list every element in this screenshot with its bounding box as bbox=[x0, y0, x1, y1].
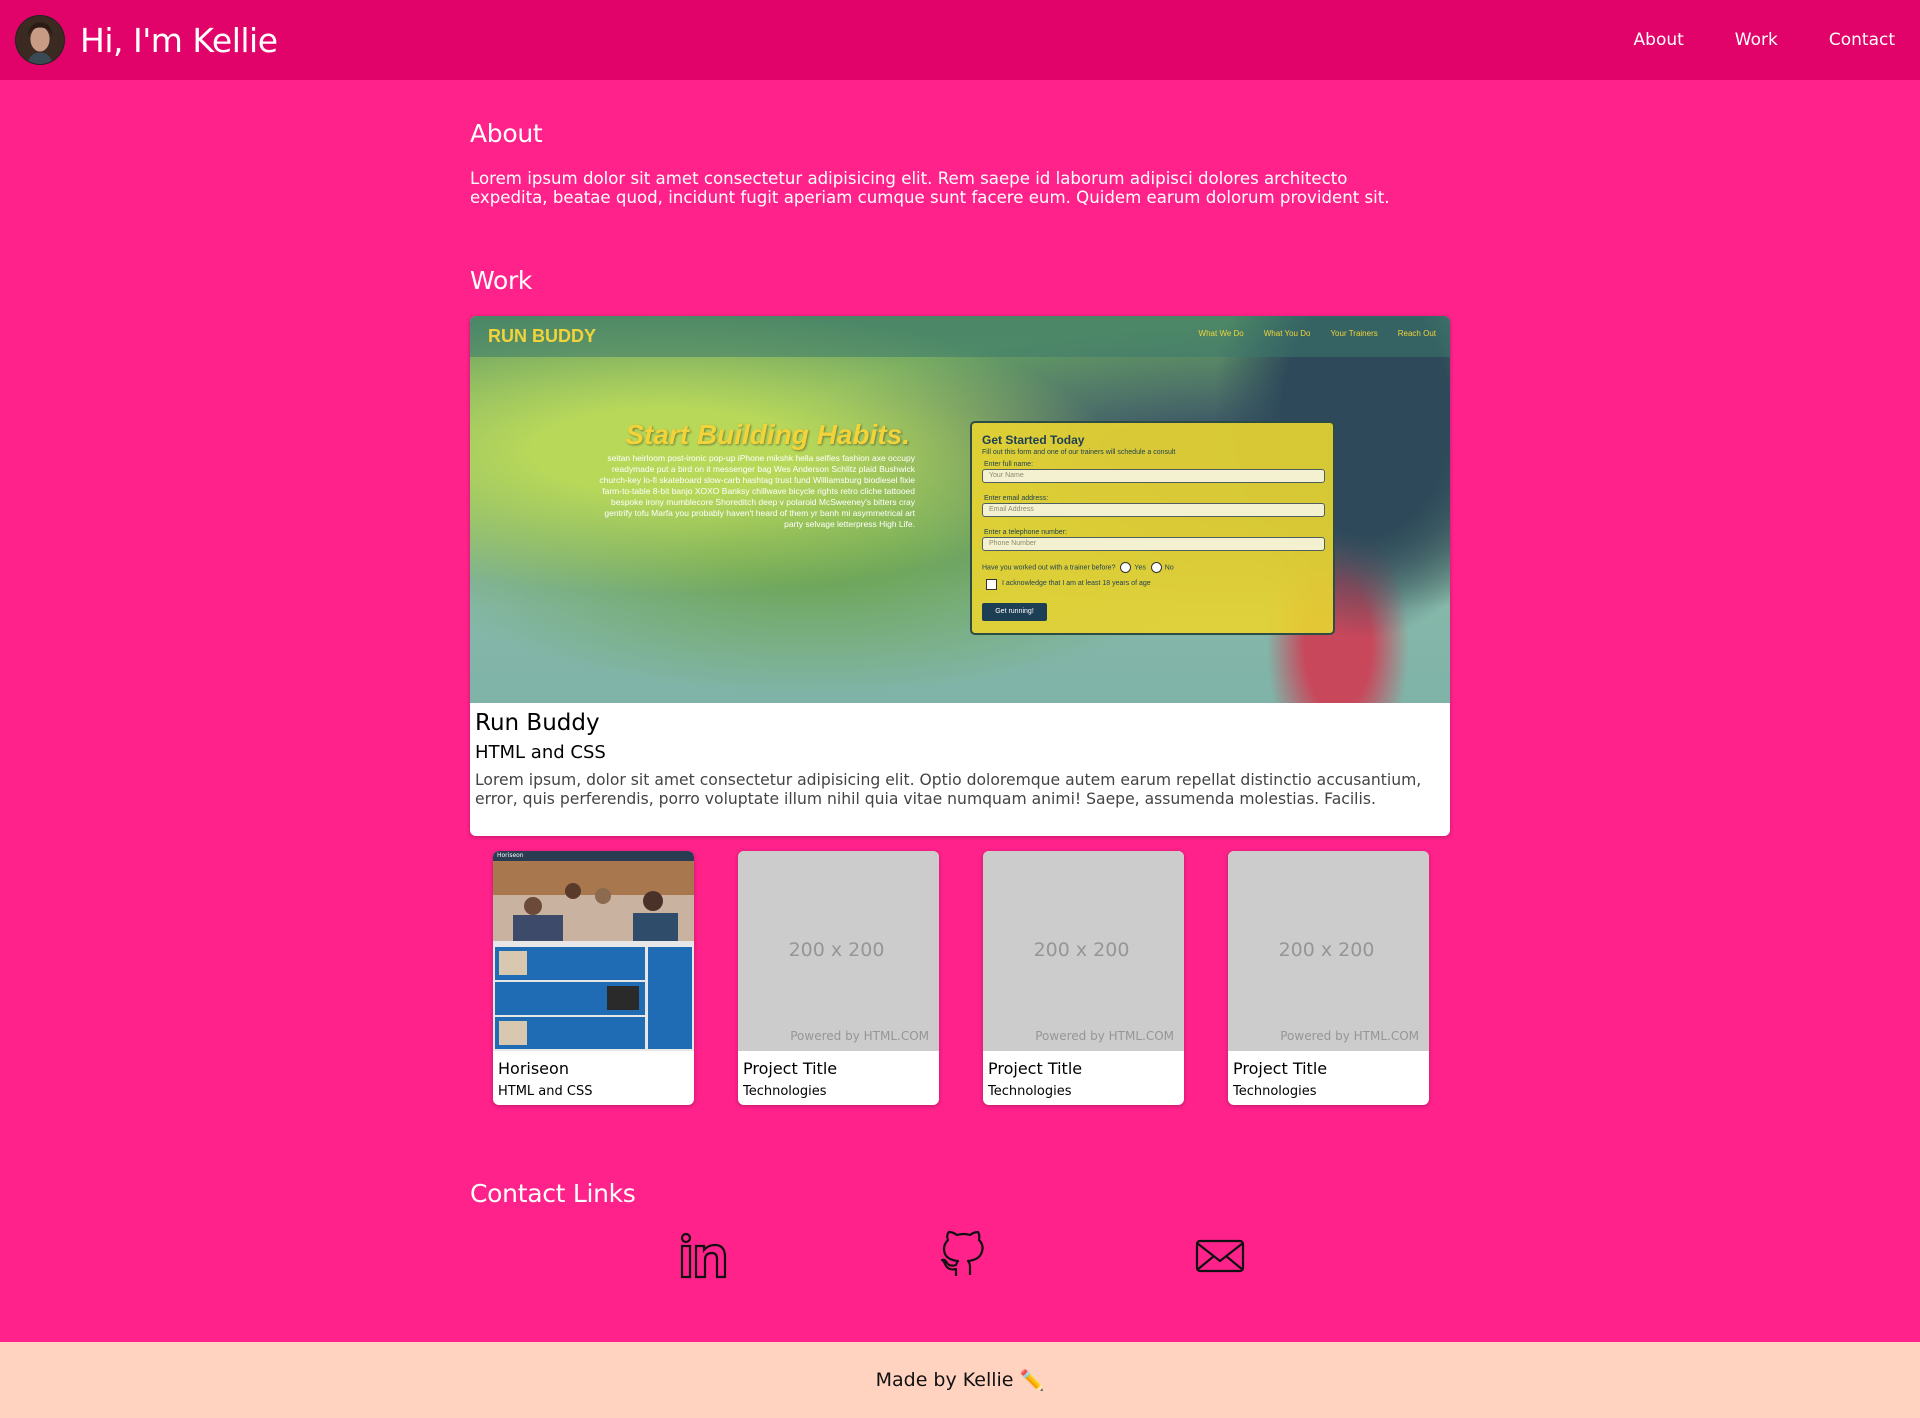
nav-link-contact[interactable]: Contact bbox=[1829, 30, 1895, 50]
form-input-name: Your Name bbox=[982, 469, 1325, 483]
project-title: Project Title bbox=[743, 1059, 838, 1078]
brand: Hi, I'm Kellie bbox=[15, 15, 278, 65]
form-question: Have you worked out with a trainer befor… bbox=[982, 562, 1174, 573]
screenshot-nav-links: What We Do What You Do Your Trainers Rea… bbox=[1179, 329, 1436, 338]
project-title: Project Title bbox=[1233, 1059, 1328, 1078]
form-input-email: Email Address bbox=[982, 503, 1325, 517]
screenshot-nav-item: What We Do bbox=[1198, 329, 1244, 338]
contact-links bbox=[470, 1230, 1450, 1290]
contact-heading: Contact Links bbox=[470, 1179, 636, 1208]
site-header: Hi, I'm Kellie About Work Contact bbox=[0, 0, 1920, 80]
linkedin-icon bbox=[680, 1232, 727, 1279]
horiseon-preview-icon bbox=[495, 883, 692, 1049]
form-submit-button: Get running! bbox=[982, 603, 1047, 621]
project-tech: Technologies bbox=[1233, 1084, 1317, 1099]
form-question-text: Have you worked out with a trainer befor… bbox=[982, 564, 1116, 572]
form-no-label: No bbox=[1164, 564, 1174, 572]
placeholder-powered: Powered by HTML.COM bbox=[1035, 1029, 1174, 1043]
project-tech: HTML and CSS bbox=[498, 1084, 593, 1099]
avatar-photo-icon bbox=[16, 16, 64, 64]
placeholder-image: 200 x 200 Powered by HTML.COM bbox=[738, 851, 939, 1051]
featured-project-card[interactable]: RUN BUDDY What We Do What You Do Your Tr… bbox=[470, 316, 1450, 836]
featured-project-tech: HTML and CSS bbox=[475, 742, 606, 763]
about-text: Lorem ipsum dolor sit amet consectetur a… bbox=[470, 169, 1390, 207]
github-icon bbox=[940, 1230, 984, 1276]
screenshot-paragraph: seitan heirloom post-ironic pop-up iPhon… bbox=[599, 453, 915, 529]
placeholder-size: 200 x 200 bbox=[788, 939, 885, 961]
main-nav: About Work Contact bbox=[1583, 30, 1895, 50]
placeholder-size: 200 x 200 bbox=[1033, 939, 1130, 961]
site-title: Hi, I'm Kellie bbox=[80, 20, 278, 60]
project-card-horiseon[interactable]: Horiseon Horiseon HTML and CSS bbox=[493, 851, 694, 1105]
footer-text: Made by Kellie bbox=[875, 1369, 1014, 1391]
screenshot-nav-item: Your Trainers bbox=[1330, 329, 1378, 338]
project-tech: Technologies bbox=[988, 1084, 1072, 1099]
screenshot-signup-form: Get Started Today Fill out this form and… bbox=[970, 421, 1335, 635]
placeholder-powered: Powered by HTML.COM bbox=[790, 1029, 929, 1043]
project-card-2[interactable]: 200 x 200 Powered by HTML.COM Project Ti… bbox=[738, 851, 939, 1105]
form-title: Get Started Today bbox=[982, 433, 1085, 447]
form-label-email: Enter email address: bbox=[984, 495, 1049, 502]
screenshot-headline: Start Building Habits. bbox=[625, 419, 910, 450]
form-input-phone: Phone Number bbox=[982, 537, 1325, 551]
linkedin-link[interactable] bbox=[678, 1230, 730, 1282]
radio-no-icon bbox=[1150, 562, 1162, 573]
placeholder-powered: Powered by HTML.COM bbox=[1280, 1029, 1419, 1043]
checkbox-icon bbox=[986, 579, 997, 590]
project-title: Project Title bbox=[988, 1059, 1083, 1078]
form-label-name: Enter full name: bbox=[984, 461, 1034, 468]
placeholder-image: 200 x 200 Powered by HTML.COM bbox=[1228, 851, 1429, 1051]
screenshot-nav-item: What You Do bbox=[1263, 329, 1311, 338]
avatar bbox=[15, 15, 65, 65]
pencil-icon: ✏️ bbox=[1019, 1368, 1045, 1392]
about-heading: About bbox=[470, 119, 543, 148]
placeholder-image: 200 x 200 Powered by HTML.COM bbox=[983, 851, 1184, 1051]
form-label-phone: Enter a telephone number: bbox=[984, 529, 1067, 536]
nav-link-about[interactable]: About bbox=[1634, 30, 1684, 50]
screenshot-nav-item: Reach Out bbox=[1397, 329, 1436, 338]
site-footer: Made by Kellie ✏️ bbox=[0, 1342, 1920, 1418]
nav-link-work[interactable]: Work bbox=[1735, 30, 1778, 50]
work-heading: Work bbox=[470, 266, 533, 295]
email-icon bbox=[1195, 1239, 1245, 1273]
featured-project-description: Lorem ipsum, dolor sit amet consectetur … bbox=[475, 771, 1422, 808]
featured-project-title: Run Buddy bbox=[475, 710, 600, 736]
form-subtitle: Fill out this form and one of our traine… bbox=[982, 449, 1176, 456]
radio-yes-icon bbox=[1120, 562, 1132, 573]
run-buddy-screenshot: RUN BUDDY What We Do What You Do Your Tr… bbox=[470, 316, 1450, 703]
project-tech: Technologies bbox=[743, 1084, 827, 1099]
github-link[interactable] bbox=[937, 1230, 989, 1282]
horiseon-screenshot: Horiseon bbox=[493, 851, 694, 1051]
form-yes-label: Yes bbox=[1134, 564, 1146, 572]
screenshot-logo: RUN BUDDY bbox=[488, 326, 596, 346]
project-title: Horiseon bbox=[498, 1059, 569, 1078]
form-ack: I acknowledge that I am at least 18 year… bbox=[1002, 580, 1151, 587]
placeholder-size: 200 x 200 bbox=[1278, 939, 1375, 961]
project-card-3[interactable]: 200 x 200 Powered by HTML.COM Project Ti… bbox=[983, 851, 1184, 1105]
email-link[interactable] bbox=[1194, 1230, 1246, 1282]
project-card-4[interactable]: 200 x 200 Powered by HTML.COM Project Ti… bbox=[1228, 851, 1429, 1105]
